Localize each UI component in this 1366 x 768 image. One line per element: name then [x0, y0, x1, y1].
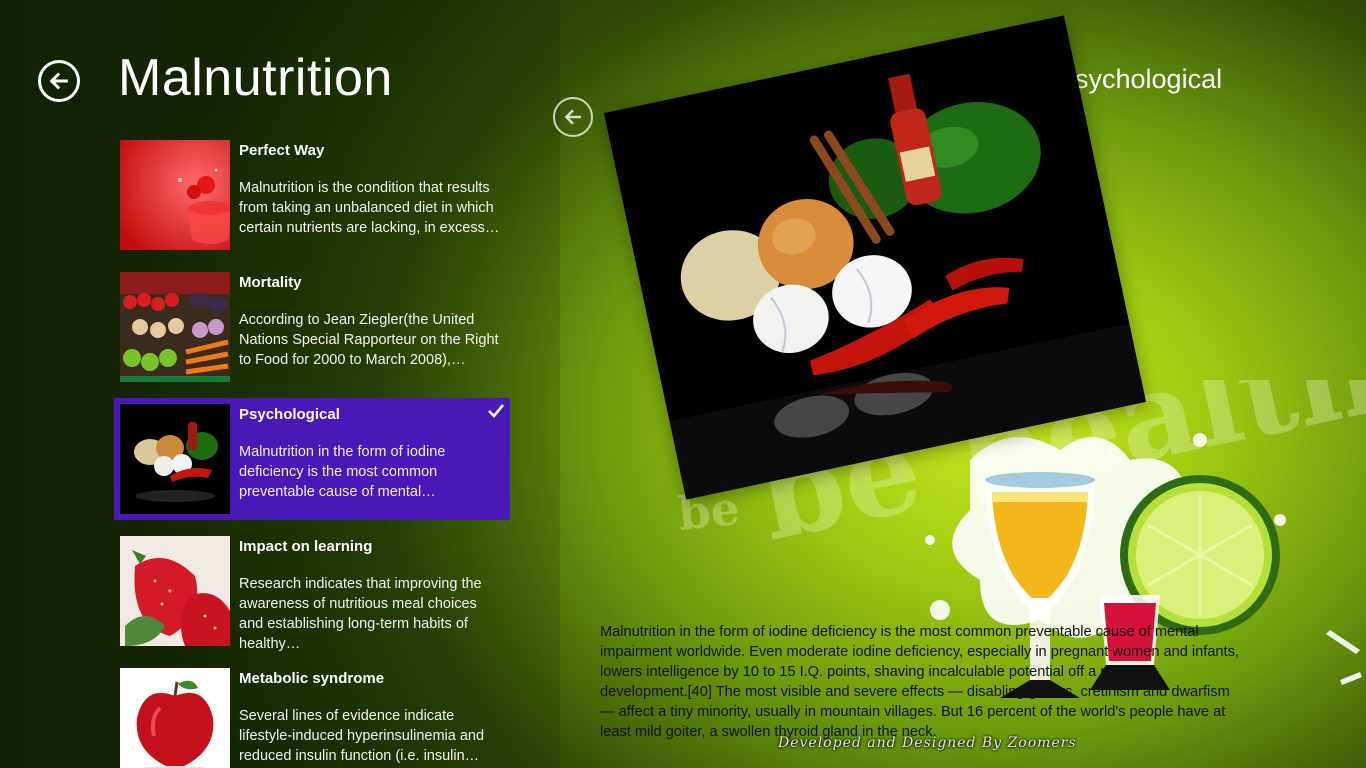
detail-title: Psychological — [1057, 64, 1223, 94]
item-thumbnail — [120, 272, 230, 382]
detail-photo — [604, 15, 1146, 500]
checkmark-icon — [488, 404, 504, 418]
page-title: Malnutrition — [118, 49, 393, 107]
item-description: Several lines of evidence indicate lifes… — [239, 708, 485, 764]
list-item-perfect-way[interactable]: Perfect Way Malnutrition is the conditio… — [114, 134, 510, 256]
list-item-mortality[interactable]: Mortality According to Jean Ziegler(the … — [114, 266, 510, 388]
item-description: According to Jean Ziegler(the United Nat… — [239, 312, 499, 368]
item-title: Perfect Way — [239, 142, 325, 159]
list-item-psychological[interactable]: Psychological Malnutrition in the form o… — [114, 398, 510, 520]
item-thumbnail — [120, 668, 230, 768]
footer-credit: Developed and Designed By Zoomers — [778, 735, 1077, 751]
item-description: Research indicates that improving the aw… — [239, 576, 482, 652]
detail-body-text: Malnutrition in the form of iodine defic… — [600, 624, 1239, 740]
item-thumbnail — [120, 536, 230, 646]
item-title: Metabolic syndrome — [239, 670, 385, 687]
item-description: Malnutrition in the form of iodine defic… — [239, 444, 446, 500]
item-list: Perfect Way Malnutrition is the conditio… — [114, 134, 510, 768]
back-button[interactable] — [38, 60, 80, 102]
detail-back-button[interactable] — [553, 97, 593, 137]
item-title: Impact on learning — [239, 538, 373, 555]
list-item-metabolic-syndrome[interactable]: Metabolic syndrome Several lines of evid… — [114, 662, 510, 768]
item-thumbnail — [120, 140, 230, 250]
item-description: Malnutrition is the condition that resul… — [239, 180, 500, 236]
back-arrow-icon — [564, 109, 581, 125]
item-title: Mortality — [239, 274, 302, 291]
list-item-impact-on-learning[interactable]: Impact on learning Research indicates th… — [114, 530, 510, 652]
item-thumbnail — [120, 404, 230, 514]
back-arrow-icon — [49, 72, 68, 90]
item-title: Psychological — [239, 406, 340, 423]
